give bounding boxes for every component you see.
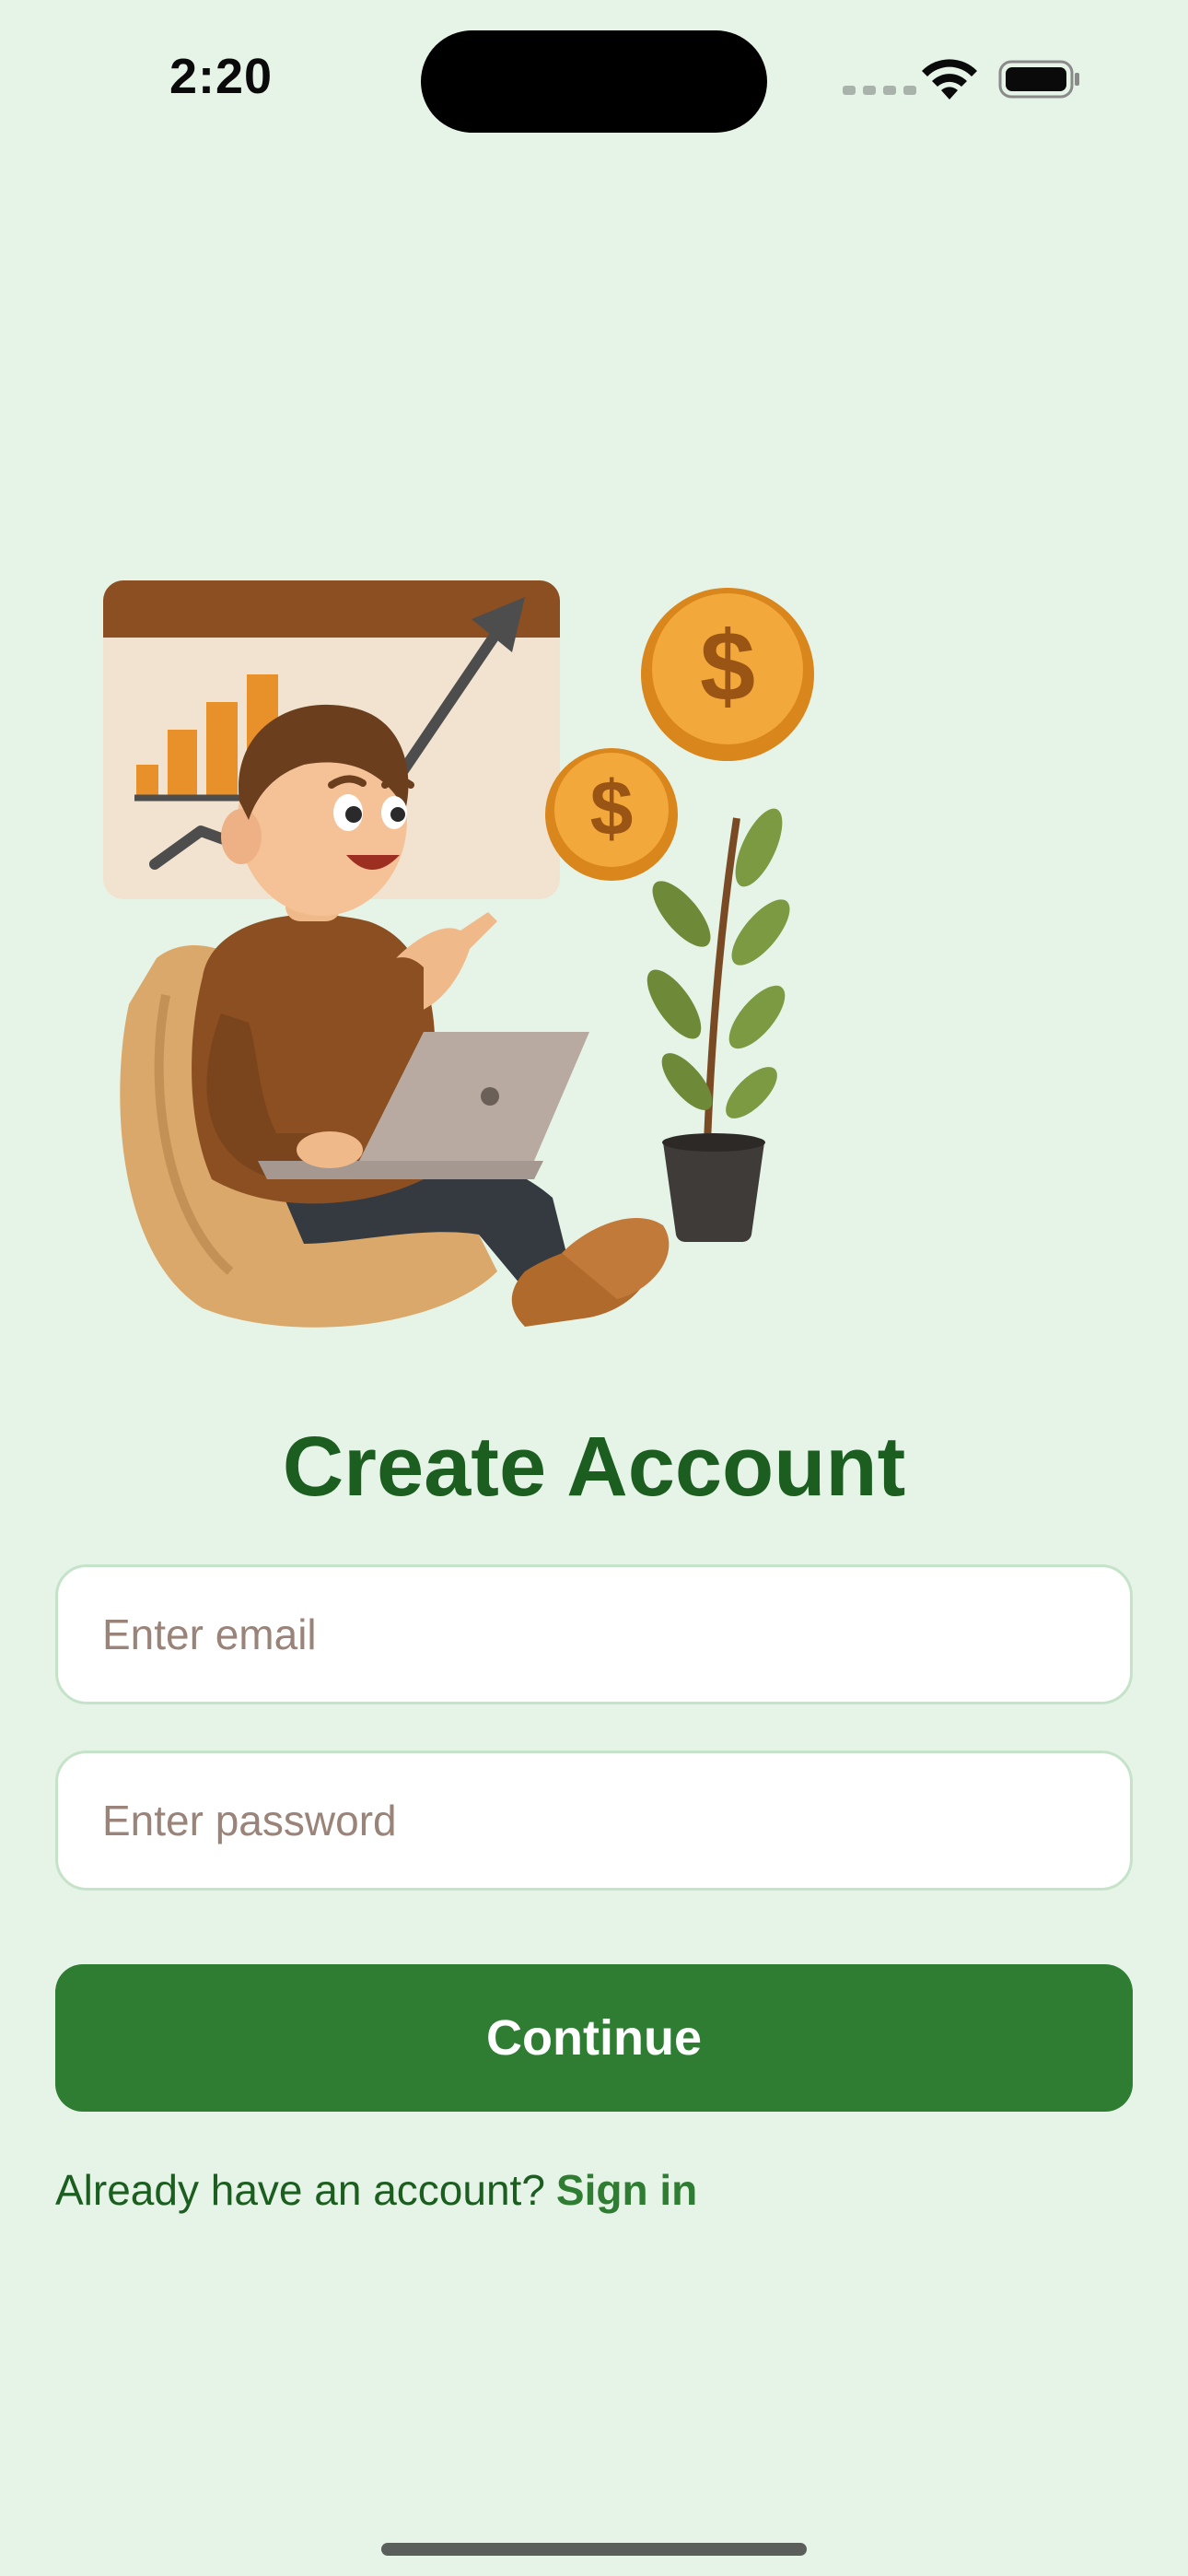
email-field[interactable] xyxy=(55,1564,1133,1704)
email-input[interactable] xyxy=(100,1609,1130,1660)
dollar-coin-icon: $ xyxy=(545,748,678,881)
svg-text:$: $ xyxy=(590,765,634,851)
password-field[interactable] xyxy=(55,1751,1133,1891)
status-bar: 2:20 xyxy=(0,0,1188,166)
page-title: Create Account xyxy=(282,1420,906,1514)
status-time: 2:20 xyxy=(169,49,274,104)
password-input[interactable] xyxy=(100,1795,1130,1846)
signin-link[interactable]: Sign in xyxy=(556,2166,697,2214)
finance-illustration: $ $ xyxy=(103,580,814,1328)
signin-prompt-text: Already have an account? xyxy=(55,2166,545,2214)
svg-text:$: $ xyxy=(700,610,755,721)
potted-plant-icon xyxy=(646,808,790,1243)
battery-icon xyxy=(998,60,1079,99)
dollar-coin-icon: $ xyxy=(641,588,814,761)
home-indicator[interactable] xyxy=(381,2543,807,2556)
cellular-signal-icon xyxy=(843,86,916,95)
wifi-icon xyxy=(922,59,977,100)
signin-prompt: Already have an account? Sign in xyxy=(55,2165,697,2215)
continue-button[interactable]: Continue xyxy=(55,1964,1133,2112)
dynamic-island xyxy=(421,30,767,133)
